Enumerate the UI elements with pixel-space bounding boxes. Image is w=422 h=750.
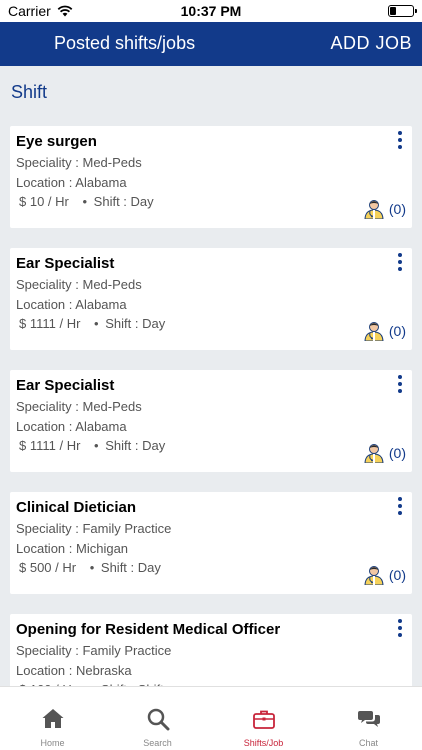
briefcase-icon xyxy=(252,710,275,729)
applicants-button[interactable]: (0) xyxy=(363,443,406,463)
tab-label: Shifts/Job xyxy=(243,738,284,748)
applicants-button[interactable]: (0) xyxy=(363,321,406,341)
pay-row: $ 1111 / Hr • Shift : Day xyxy=(19,438,165,453)
location-row: Location : Michigan xyxy=(16,541,128,556)
tab-chat[interactable]: Chat xyxy=(316,687,421,750)
home-icon xyxy=(42,709,63,728)
more-options-icon[interactable] xyxy=(396,253,404,271)
location-label: Location : xyxy=(16,419,76,434)
pay-row: $ 500 / Hr • Shift : Day xyxy=(19,560,161,575)
applicant-count: (0) xyxy=(388,445,406,461)
shift-label: Shift : xyxy=(105,438,143,453)
doctor-icon xyxy=(364,566,384,585)
pay-row: $ 10 / Hr • Shift : Day xyxy=(19,194,154,209)
speciality-row: Speciality : Med-Peds xyxy=(16,155,142,170)
job-card[interactable]: Eye surgen Speciality : Med-Peds Locatio… xyxy=(10,126,412,228)
speciality-value: Med-Peds xyxy=(82,399,142,414)
location-value: Nebraska xyxy=(76,663,132,678)
location-label: Location : xyxy=(16,297,76,312)
location-label: Location : xyxy=(16,175,76,190)
tab-label: Home xyxy=(40,738,65,748)
doctor-icon xyxy=(364,200,384,219)
applicant-count: (0) xyxy=(388,323,406,339)
location-label: Location : xyxy=(16,663,76,678)
job-title: Opening for Resident Medical Officer xyxy=(16,621,281,638)
rate-value: $ 10 / Hr xyxy=(19,194,69,209)
location-row: Location : Alabama xyxy=(16,297,127,312)
tab-shifts-job[interactable]: Shifts/Job xyxy=(211,687,316,750)
section-title: Shift xyxy=(11,82,48,102)
shift-label: Shift : xyxy=(93,194,131,209)
tab-bar: Home Search Shifts/Job Chat xyxy=(0,686,422,750)
speciality-label: Speciality : xyxy=(16,643,83,658)
location-value: Michigan xyxy=(76,541,129,556)
speciality-row: Speciality : Family Practice xyxy=(16,521,171,536)
more-options-icon[interactable] xyxy=(396,131,404,149)
bullet-separator: • xyxy=(94,316,99,331)
speciality-value: Family Practice xyxy=(82,521,172,536)
tab-home[interactable]: Home xyxy=(0,687,105,750)
location-value: Alabama xyxy=(75,297,127,312)
rate-value: $ 1111 / Hr xyxy=(19,438,81,453)
location-row: Location : Alabama xyxy=(16,175,127,190)
rate-value: $ 1111 / Hr xyxy=(19,316,81,331)
rate-value: $ 500 / Hr xyxy=(19,560,77,575)
pay-row: $ 1111 / Hr • Shift : Day xyxy=(19,316,165,331)
search-icon xyxy=(147,708,169,731)
more-options-icon[interactable] xyxy=(396,375,404,393)
speciality-value: Med-Peds xyxy=(82,155,142,170)
speciality-row: Speciality : Med-Peds xyxy=(16,399,142,414)
shift-value: Day xyxy=(137,560,161,575)
more-options-icon[interactable] xyxy=(396,497,404,515)
add-job-button[interactable]: ADD JOB xyxy=(330,33,412,54)
navbar: Posted shifts/jobs ADD JOB xyxy=(0,22,422,66)
job-card[interactable]: Clinical Dietician Speciality : Family P… xyxy=(10,492,412,594)
job-title: Ear Specialist xyxy=(16,377,115,394)
bullet-separator: • xyxy=(94,438,99,453)
applicants-button[interactable]: (0) xyxy=(363,565,406,585)
location-row: Location : Alabama xyxy=(16,419,127,434)
speciality-label: Speciality : xyxy=(16,155,83,170)
speciality-value: Family Practice xyxy=(82,643,172,658)
job-card[interactable]: Ear Specialist Speciality : Med-Peds Loc… xyxy=(10,248,412,350)
speciality-row: Speciality : Med-Peds xyxy=(16,277,142,292)
speciality-label: Speciality : xyxy=(16,277,83,292)
shift-value: Day xyxy=(142,438,166,453)
shift-label: Shift : xyxy=(100,560,138,575)
status-bar: Carrier 10:37 PM xyxy=(0,0,422,22)
shift-value: Day xyxy=(142,316,166,331)
speciality-label: Speciality : xyxy=(16,399,83,414)
speciality-value: Med-Peds xyxy=(82,277,142,292)
location-label: Location : xyxy=(16,541,76,556)
status-time: 10:37 PM xyxy=(180,3,242,19)
shift-value: Day xyxy=(130,194,154,209)
applicant-count: (0) xyxy=(388,201,406,217)
applicant-count: (0) xyxy=(388,567,406,583)
location-row: Location : Nebraska xyxy=(16,663,132,678)
speciality-row: Speciality : Family Practice xyxy=(16,643,171,658)
tab-search[interactable]: Search xyxy=(105,687,210,750)
battery-icon xyxy=(388,5,417,17)
job-card[interactable]: Ear Specialist Speciality : Med-Peds Loc… xyxy=(10,370,412,472)
tab-label: Chat xyxy=(358,738,378,748)
doctor-icon xyxy=(364,322,384,341)
location-value: Alabama xyxy=(75,419,127,434)
more-options-icon[interactable] xyxy=(396,619,404,637)
shift-label: Shift : xyxy=(105,316,143,331)
location-value: Alabama xyxy=(75,175,127,190)
applicants-button[interactable]: (0) xyxy=(363,199,406,219)
job-title: Clinical Dietician xyxy=(16,499,137,516)
page-title: Posted shifts/jobs xyxy=(54,33,196,53)
job-title: Ear Specialist xyxy=(16,255,115,272)
bullet-separator: • xyxy=(89,560,95,575)
tab-label: Search xyxy=(143,738,172,748)
speciality-label: Speciality : xyxy=(16,521,83,536)
job-title: Eye surgen xyxy=(16,133,97,150)
chat-icon xyxy=(357,711,380,727)
bullet-separator: • xyxy=(82,194,88,209)
doctor-icon xyxy=(364,444,384,463)
